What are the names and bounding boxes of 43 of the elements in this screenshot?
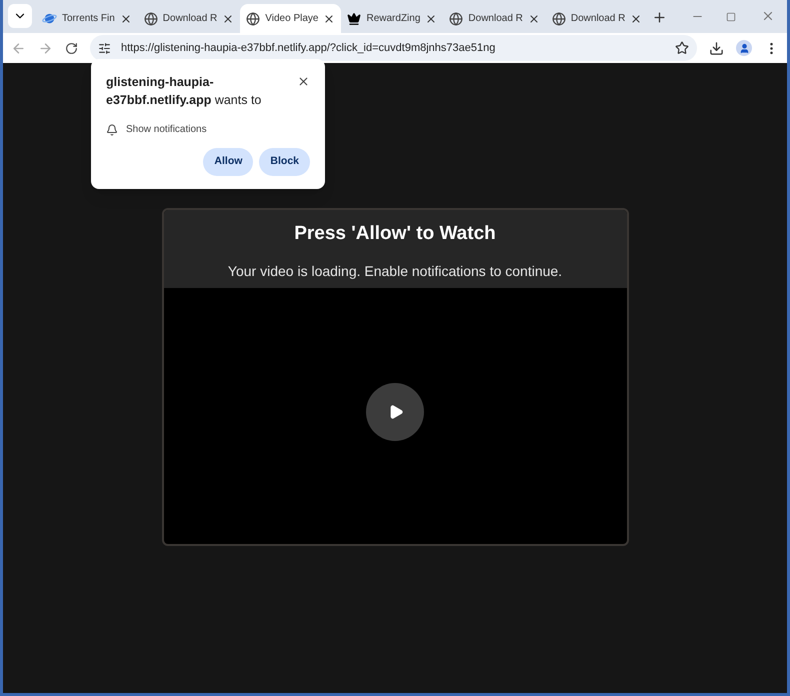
permission-button[interactable]: Block [259,148,310,176]
address-bar[interactable]: https://glistening-haupia-e37bbf.netlify.app/?click_id=cuvdt9m8jnhs73ae51ng [90,35,697,61]
tab-list-button[interactable] [8,4,32,28]
close-icon[interactable] [222,12,234,24]
popup-title: glistening-haupia-e37bbf.netlify.app wants to [106,74,262,109]
close-icon[interactable] [425,12,438,24]
tab-title: Torrents Fin [62,12,115,26]
close-icon[interactable] [120,12,132,24]
crown-icon [347,12,362,26]
globe-icon [246,12,260,26]
browser-tab[interactable]: Download R [443,4,546,33]
planet-icon [42,11,57,26]
close-icon[interactable] [528,12,540,24]
globe-icon [552,12,566,26]
bell-icon [106,124,118,136]
new-tab-icon[interactable] [652,10,668,25]
globe-icon [144,12,158,26]
tab-title: Download R [570,12,626,26]
download-icon[interactable] [709,40,724,56]
tab-title: Download R [468,12,523,26]
close-icon[interactable] [323,12,336,24]
browser-tab[interactable]: Video Playe [240,4,342,33]
permission-button[interactable]: Allow [203,148,254,176]
browser-tab[interactable]: RewardZing [341,4,444,33]
browser-tab[interactable]: Download R [138,4,240,33]
close-icon[interactable] [630,12,642,24]
tab-title: Video Playe [265,12,318,26]
bookmark-icon[interactable] [675,41,689,55]
globe-icon [449,12,464,26]
profile-icon[interactable] [736,40,752,56]
browser-tab[interactable]: Download R [546,4,648,33]
permission-label: Show notifications [126,123,207,137]
video-title: Press 'Allow' to Watch [294,222,496,246]
site-settings-icon[interactable] [98,42,111,54]
tab-title: RewardZing [366,12,420,26]
play-icon [388,404,404,420]
close-icon[interactable] [297,75,310,88]
browser-tab[interactable]: Torrents Fin [36,4,138,33]
tab-title: Download R [162,12,218,26]
video-subtitle: Your video is loading. Enable notifications to continue. [228,262,562,281]
url-text: https://glistening-haupia-e37bbf.netlify.app/?click_id=cuvdt9m8jnhs73ae51ng [121,40,496,56]
maximize-icon[interactable] [726,12,736,22]
reload-icon[interactable] [65,42,78,54]
